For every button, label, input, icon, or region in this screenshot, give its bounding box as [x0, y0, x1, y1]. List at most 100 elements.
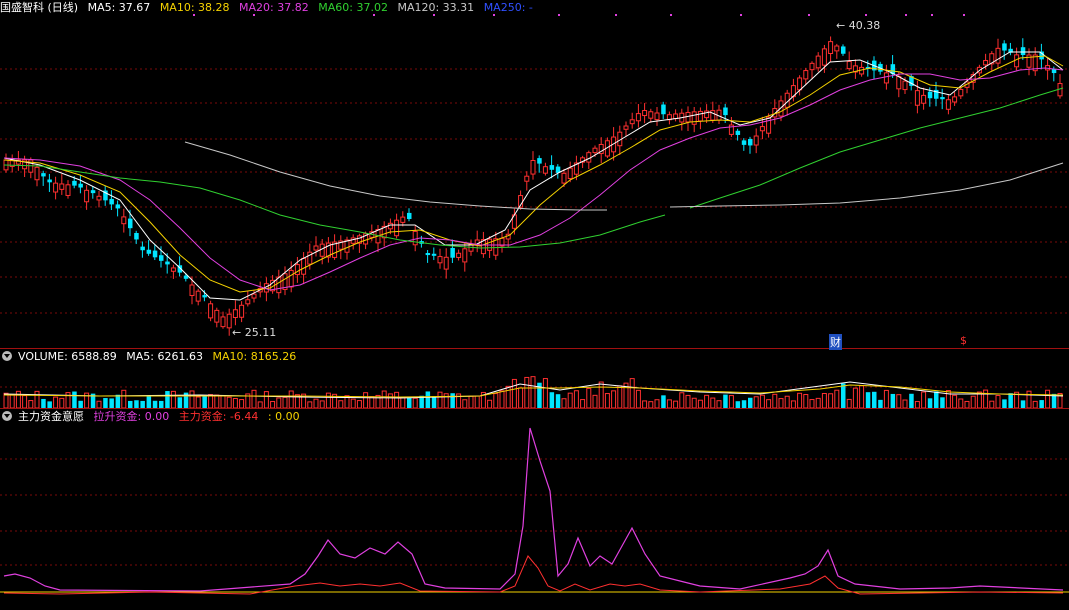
candle-down — [90, 190, 96, 194]
indicator-chart[interactable] — [0, 426, 1069, 610]
indicator-menu-icon[interactable] — [2, 411, 12, 421]
signal-marker — [963, 14, 965, 16]
volume-bar-down — [152, 400, 158, 408]
volume-bar-down — [549, 392, 555, 408]
volume-bar-up — [1045, 389, 1051, 408]
candle-down — [431, 253, 437, 256]
volume-bar-up — [716, 400, 722, 408]
volume-bar-up — [170, 390, 176, 408]
low-price-label: ← 25.11 — [232, 326, 276, 339]
volume-bar-up — [821, 392, 827, 408]
candle-up — [319, 243, 325, 257]
volume-bar-down — [723, 394, 728, 408]
candle-up — [189, 284, 195, 297]
volume-bar-up — [325, 392, 331, 408]
candle-down — [134, 232, 139, 240]
candle-up — [828, 41, 834, 55]
volume-bar-down — [41, 398, 46, 408]
ma60-line — [689, 87, 1064, 209]
candle-down — [407, 212, 412, 219]
volume-bar-down — [555, 394, 561, 408]
candle-down — [41, 173, 46, 177]
candle-up — [301, 257, 307, 275]
volume-chart[interactable] — [0, 366, 1069, 408]
signal-marker — [670, 14, 672, 16]
volume-menu-icon[interactable] — [2, 351, 12, 361]
volume-bar-up — [828, 393, 834, 408]
ma120-line — [669, 162, 1064, 208]
candle-up — [821, 48, 827, 66]
volume-bar-up — [542, 378, 548, 408]
zhuli-line — [3, 555, 1064, 595]
volume-bar-down — [927, 398, 933, 408]
candle-down — [661, 104, 666, 115]
indicator-name[interactable]: 主力资金意愿 — [18, 410, 84, 423]
candle-down — [549, 165, 555, 170]
candlestick-chart[interactable]: ← 40.38 ← 25.11 — [0, 0, 1069, 348]
volume-bar-up — [815, 397, 821, 408]
candle-up — [350, 237, 356, 244]
volume-bar-up — [790, 400, 796, 408]
volume-bar-up — [232, 398, 238, 408]
volume-bar-up — [846, 398, 852, 408]
volume-ma10: MA10: 8165.26 — [212, 350, 297, 363]
volume-bar-up — [96, 400, 102, 408]
volume-bar-up — [282, 396, 288, 408]
candle-down — [723, 107, 728, 116]
candle-down — [109, 198, 114, 205]
candle-up — [561, 172, 567, 184]
candle-down — [115, 204, 121, 209]
candle-down — [940, 97, 945, 100]
lashen-value: 拉升资金: 0.00 — [93, 410, 170, 423]
candle-up — [220, 316, 226, 328]
candle-down — [146, 249, 152, 254]
candle-up — [530, 160, 536, 175]
volume-bar-down — [47, 401, 52, 408]
volume-bar-up — [784, 395, 790, 408]
volume-bar-down — [128, 400, 133, 408]
volume-bar-up — [710, 397, 716, 408]
candle-up — [759, 126, 765, 132]
volume-bar-up — [394, 391, 400, 408]
candle-up — [803, 70, 809, 80]
candle-up — [443, 256, 449, 270]
candle-down — [841, 46, 846, 54]
volume-bar-down — [1039, 400, 1044, 408]
volume-bar-up — [400, 397, 406, 408]
candle-up — [34, 166, 40, 181]
candle-up — [412, 230, 418, 246]
volume-bar-down — [146, 396, 152, 408]
signal-marker — [433, 14, 435, 16]
signal-marker — [740, 14, 742, 16]
volume-bar-up — [381, 390, 387, 408]
finance-marker[interactable]: 财 — [829, 334, 842, 350]
volume-bar-up — [220, 395, 226, 408]
zhuli-value: 主力资金: -6.44 — [178, 410, 259, 423]
candle-up — [797, 77, 803, 91]
volume-bar-down — [407, 397, 412, 408]
candle-up — [294, 264, 300, 276]
volume-bar-down — [140, 400, 145, 408]
volume-bar-down — [741, 400, 747, 408]
volume-bar-up — [852, 387, 858, 408]
candle-up — [195, 290, 201, 302]
volume-value: VOLUME: 6588.89 — [18, 350, 117, 363]
volume-bar-down — [159, 400, 164, 408]
volume-bar-up — [728, 395, 734, 408]
candle-down — [1002, 43, 1007, 51]
candle-up — [226, 313, 232, 329]
candle-up — [921, 94, 927, 104]
volume-bar-down — [134, 400, 139, 408]
volume-bar-down — [748, 397, 753, 408]
volume-bar-up — [604, 393, 610, 408]
volume-bar-down — [1002, 399, 1007, 408]
candle-up — [524, 175, 530, 182]
signal-marker — [253, 14, 255, 16]
volume-bar-down — [841, 383, 846, 408]
dividend-marker[interactable]: $ — [960, 334, 967, 347]
candle-up — [542, 166, 548, 174]
volume-bar-up — [319, 400, 325, 408]
candle-down — [165, 261, 170, 265]
volume-bar-up — [685, 394, 691, 408]
volume-bar-up — [369, 396, 375, 408]
